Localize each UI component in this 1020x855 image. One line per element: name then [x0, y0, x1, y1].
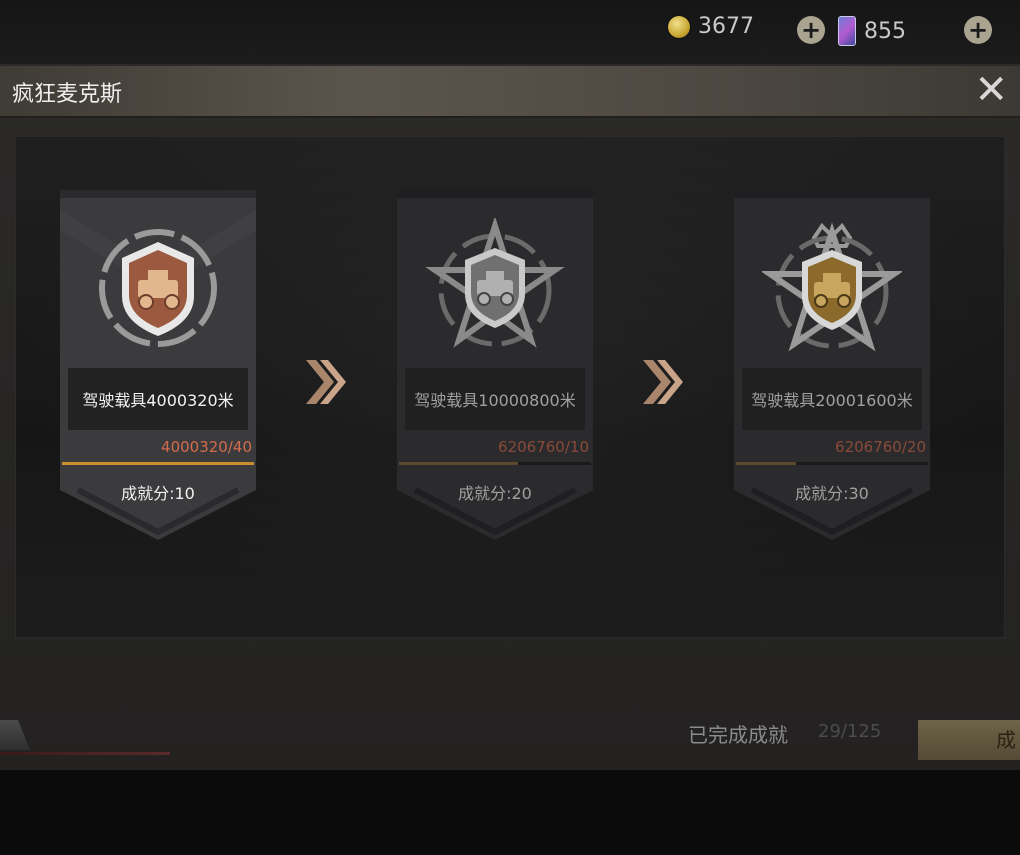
achievement-task: 驾驶载具20001600米 — [742, 368, 922, 430]
progress-fill — [736, 462, 796, 465]
progress-text: 6206760/10 — [498, 438, 589, 456]
progress-bar — [62, 462, 254, 465]
silver-truck-badge-icon — [425, 218, 565, 348]
progress-bar — [736, 462, 928, 465]
achievement-score: 成就分:20 — [458, 484, 532, 503]
achievement-task: 驾驶载具4000320米 — [68, 368, 248, 430]
progress-text: 6206760/20 — [835, 438, 926, 456]
progress-text: 4000320/40 — [161, 438, 252, 456]
progress-fill — [399, 462, 519, 465]
gem-amount: 855 — [864, 18, 906, 44]
gem-balance: 855 — [838, 16, 906, 46]
achievement-task: 驾驶载具10000800米 — [405, 368, 585, 430]
top-currency-bar: 3677 + 855 + — [0, 0, 1020, 64]
achievement-action-button[interactable]: 成 — [918, 720, 1020, 760]
footer-accent-line — [0, 752, 170, 755]
coin-balance: 3677 — [668, 14, 754, 39]
completed-achievements-label: 已完成成就 — [688, 723, 788, 747]
dialog-title: 疯狂麦克斯 — [12, 82, 123, 107]
achievement-card-2[interactable]: 驾驶载具10000800米 6206760/10 成就分:20 — [397, 190, 593, 550]
achievement-score: 成就分:10 — [121, 484, 195, 503]
progress-fill — [62, 462, 254, 465]
dialog-titlebar: 疯狂麦克斯 ✕ — [0, 66, 1020, 118]
add-coins-button[interactable]: + — [797, 16, 825, 44]
add-gems-button[interactable]: + — [964, 16, 992, 44]
gold-coin-icon — [668, 15, 690, 38]
gold-truck-badge-icon — [762, 222, 902, 352]
chevron-right-icon — [306, 360, 346, 404]
achievement-card-3[interactable]: 驾驶载具20001600米 6206760/20 成就分:30 — [734, 190, 930, 550]
progress-bar — [399, 462, 591, 465]
achievement-score: 成就分:30 — [795, 484, 869, 503]
coin-amount: 3677 — [698, 14, 754, 39]
achievement-card-1[interactable]: 驾驶载具4000320米 4000320/40 成就分:10 — [60, 190, 256, 550]
chevron-right-icon — [643, 360, 683, 404]
completed-achievements-count: 29/125 — [818, 721, 882, 742]
gem-card-icon — [838, 16, 856, 46]
bronze-truck-badge-icon — [99, 229, 217, 347]
close-icon[interactable]: ✕ — [974, 70, 1008, 110]
